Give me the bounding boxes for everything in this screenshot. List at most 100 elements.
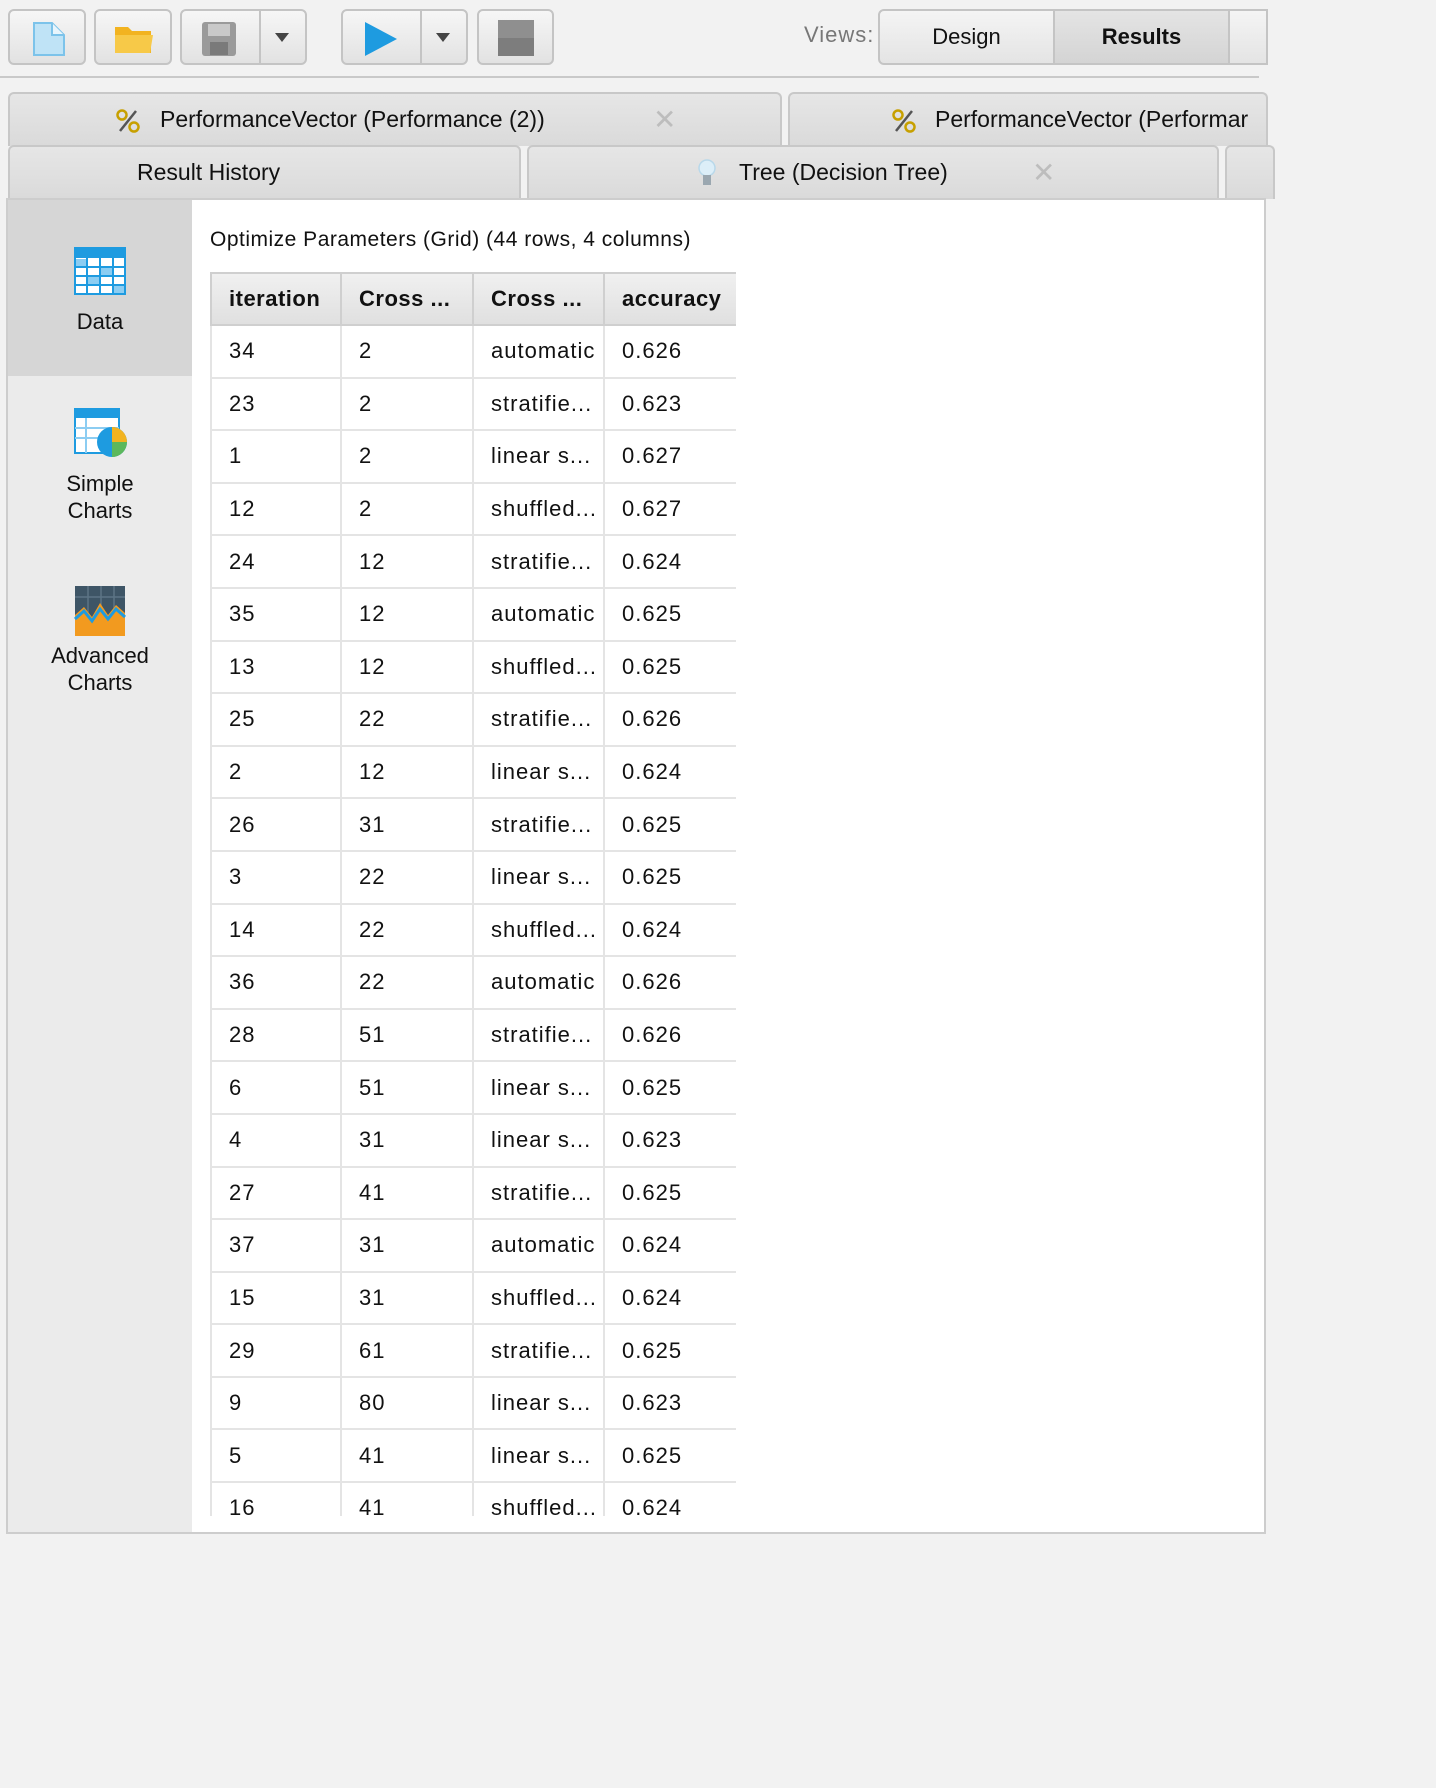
table-cell: 0.625	[603, 1165, 736, 1221]
table-cell: 29	[210, 1323, 342, 1378]
results-view-button[interactable]: Results	[1053, 9, 1230, 65]
table-cell: 80	[340, 1375, 474, 1431]
sidebar-item-label: Charts	[67, 670, 133, 695]
table-cell: automatic	[472, 324, 605, 379]
table-cell: 0.626	[603, 692, 736, 747]
table-cell: automatic	[472, 1218, 605, 1273]
data-table-scroll[interactable]: iteration Cross ... Cross ... accuracy 3…	[210, 272, 736, 1516]
table-cell: 41	[340, 1428, 474, 1484]
percent-icon	[116, 109, 140, 133]
data-view: Optimize Parameters (Grid) (44 rows, 4 c…	[192, 200, 1264, 1532]
column-header-cross-2[interactable]: Cross ...	[472, 272, 605, 326]
table-cell: 4	[210, 1112, 342, 1168]
table-cell: 9	[210, 1375, 342, 1431]
run-button[interactable]	[341, 9, 468, 65]
table-cell: stratifie...	[472, 376, 605, 432]
table-cell: 5	[210, 1428, 342, 1484]
table-cell: 0.624	[603, 744, 736, 800]
table-row[interactable]: 28 51 stratifie... 0.626	[210, 1007, 736, 1063]
table-row[interactable]: 26 31 stratifie... 0.625	[210, 797, 736, 852]
sidebar-item-advanced-charts[interactable]: Advanced Charts	[8, 570, 192, 720]
table-cell: 24	[210, 534, 342, 589]
table-cell: 22	[340, 955, 474, 1010]
more-views-button[interactable]	[1228, 9, 1268, 65]
table-cell: 0.625	[603, 1428, 736, 1484]
table-cell: 0.624	[603, 534, 736, 589]
sidebar-item-simple-charts[interactable]: Simple Charts	[8, 390, 192, 540]
column-header-accuracy[interactable]: accuracy	[603, 272, 736, 326]
table-row[interactable]: 14 22 shuffled... 0.624	[210, 902, 736, 958]
sidebar-item-data[interactable]: Data	[8, 200, 192, 376]
stop-button[interactable]	[477, 9, 554, 65]
table-cell: 0.625	[603, 797, 736, 852]
open-process-button[interactable]	[94, 9, 172, 65]
table-row[interactable]: 13 12 shuffled... 0.625	[210, 639, 736, 695]
table-row[interactable]: 12 2 shuffled... 0.627	[210, 481, 736, 537]
chevron-down-icon[interactable]	[436, 33, 450, 42]
column-header-cross-1[interactable]: Cross ...	[340, 272, 474, 326]
chevron-down-icon[interactable]	[275, 33, 289, 42]
table-cell: shuffled...	[472, 1270, 605, 1326]
new-process-button[interactable]	[8, 9, 86, 65]
table-cell: 31	[340, 1270, 474, 1326]
table-cell: 61	[340, 1323, 474, 1378]
tab-performance-vector[interactable]: PerformanceVector (Performar	[788, 92, 1268, 146]
tab-result-history[interactable]: Result History	[8, 145, 521, 199]
table-row[interactable]: 35 12 automatic 0.625	[210, 586, 736, 642]
table-row[interactable]: 2 12 linear s... 0.624	[210, 744, 736, 800]
table-cell: 0.625	[603, 1060, 736, 1115]
table-cell: 12	[210, 481, 342, 537]
table-cell: 26	[210, 797, 342, 852]
tab-decision-tree[interactable]: Tree (Decision Tree) ✕	[527, 145, 1219, 199]
table-row[interactable]: 37 31 automatic 0.624	[210, 1218, 736, 1273]
result-title: Optimize Parameters (Grid) (44 rows, 4 c…	[210, 228, 691, 251]
table-row[interactable]: 4 31 linear s... 0.623	[210, 1112, 736, 1168]
table-row[interactable]: 34 2 automatic 0.626	[210, 324, 736, 379]
table-cell: 2	[340, 376, 474, 432]
pie-chart-icon	[74, 408, 127, 457]
table-cell: 22	[340, 902, 474, 958]
tab-overflow[interactable]	[1225, 145, 1275, 199]
status-strip	[0, 1534, 1259, 1568]
table-cell: 2	[340, 481, 474, 537]
table-row[interactable]: 3 22 linear s... 0.625	[210, 849, 736, 905]
table-cell: 41	[340, 1165, 474, 1221]
table-row[interactable]: 5 41 linear s... 0.625	[210, 1428, 736, 1484]
design-view-button[interactable]: Design	[878, 9, 1055, 65]
save-button[interactable]	[180, 9, 307, 65]
table-cell: 0.623	[603, 376, 736, 432]
table-row[interactable]: 29 61 stratifie... 0.625	[210, 1323, 736, 1378]
table-cell: 16	[210, 1481, 342, 1516]
table-row[interactable]: 24 12 stratifie... 0.624	[210, 534, 736, 589]
table-row[interactable]: 27 41 stratifie... 0.625	[210, 1165, 736, 1221]
table-row[interactable]: 23 2 stratifie... 0.623	[210, 376, 736, 432]
table-cell: linear s...	[472, 1060, 605, 1115]
table-row[interactable]: 36 22 automatic 0.626	[210, 955, 736, 1010]
table-cell: 36	[210, 955, 342, 1010]
folder-icon	[115, 27, 153, 53]
table-cell: linear s...	[472, 744, 605, 800]
table-cell: automatic	[472, 586, 605, 642]
table-row[interactable]: 9 80 linear s... 0.623	[210, 1375, 736, 1431]
table-row[interactable]: 25 22 stratifie... 0.626	[210, 692, 736, 747]
table-cell: 14	[210, 902, 342, 958]
table-cell: 12	[340, 586, 474, 642]
table-cell: 0.625	[603, 639, 736, 695]
table-cell: 23	[210, 376, 342, 432]
table-row[interactable]: 15 31 shuffled... 0.624	[210, 1270, 736, 1326]
table-row[interactable]: 1 2 linear s... 0.627	[210, 429, 736, 484]
table-row[interactable]: 6 51 linear s... 0.625	[210, 1060, 736, 1115]
tab-performance-vector-2[interactable]: PerformanceVector (Performance (2)) ✕	[8, 92, 782, 146]
table-body: 34 2 automatic 0.626 23 2 stratifie... 0.623 1 2 l…	[210, 324, 736, 1516]
table-cell: 31	[340, 1218, 474, 1273]
table-cell: 1	[210, 429, 342, 484]
table-row[interactable]: 16 41 shuffled... 0.624	[210, 1481, 736, 1516]
close-icon[interactable]: ✕	[653, 103, 676, 136]
table-cell: 28	[210, 1007, 342, 1063]
column-header-iteration[interactable]: iteration	[210, 272, 342, 326]
table-cell: 12	[340, 744, 474, 800]
result-sidebar: Data Simple Charts Advanced Charts	[8, 200, 194, 1532]
table-cell: 12	[340, 534, 474, 589]
close-icon[interactable]: ✕	[1032, 156, 1055, 189]
table-cell: 31	[340, 797, 474, 852]
